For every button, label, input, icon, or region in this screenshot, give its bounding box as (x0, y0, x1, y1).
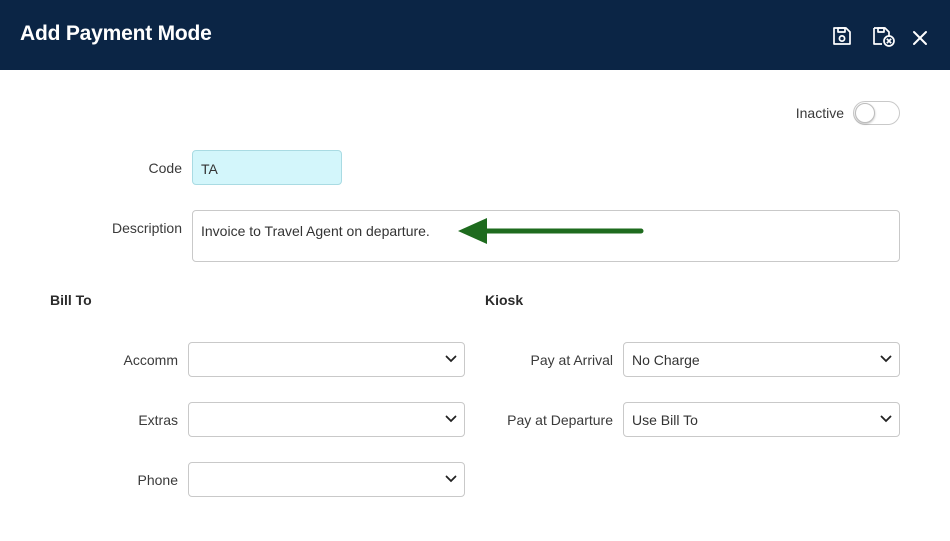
save-and-close-icon[interactable] (871, 24, 897, 48)
inactive-toggle[interactable] (853, 101, 900, 125)
pay-at-arrival-value: No Charge (632, 352, 700, 368)
description-value: Invoice to Travel Agent on departure. (201, 223, 430, 239)
accomm-label: Accomm (123, 352, 178, 368)
phone-select[interactable] (188, 462, 465, 497)
code-label: Code (148, 160, 182, 176)
pay-at-arrival-select[interactable]: No Charge (623, 342, 900, 377)
kiosk-heading: Kiosk (485, 292, 524, 308)
code-value: TA (201, 161, 218, 177)
description-label: Description (111, 220, 182, 236)
accomm-select[interactable] (188, 342, 465, 377)
extras-select[interactable] (188, 402, 465, 437)
pay-at-departure-value: Use Bill To (632, 412, 698, 428)
toggle-knob (855, 103, 875, 123)
chevron-down-icon (445, 415, 457, 423)
chevron-down-icon (445, 355, 457, 363)
pay-at-arrival-label: Pay at Arrival (530, 352, 613, 368)
save-icon[interactable] (830, 24, 854, 48)
green-arrow-icon (455, 212, 650, 257)
pay-at-departure-label: Pay at Departure (507, 412, 613, 428)
code-input[interactable]: TA (192, 150, 342, 185)
chevron-down-icon (880, 415, 892, 423)
dialog-title: Add Payment Mode (20, 22, 212, 45)
close-icon[interactable] (910, 24, 930, 48)
inactive-label: Inactive (795, 105, 844, 121)
pay-at-departure-select[interactable]: Use Bill To (623, 402, 900, 437)
chevron-down-icon (880, 355, 892, 363)
dialog-header: Add Payment Mode (0, 0, 950, 70)
phone-label: Phone (137, 472, 178, 488)
extras-label: Extras (138, 412, 178, 428)
bill-to-heading: Bill To (50, 292, 92, 308)
chevron-down-icon (445, 475, 457, 483)
